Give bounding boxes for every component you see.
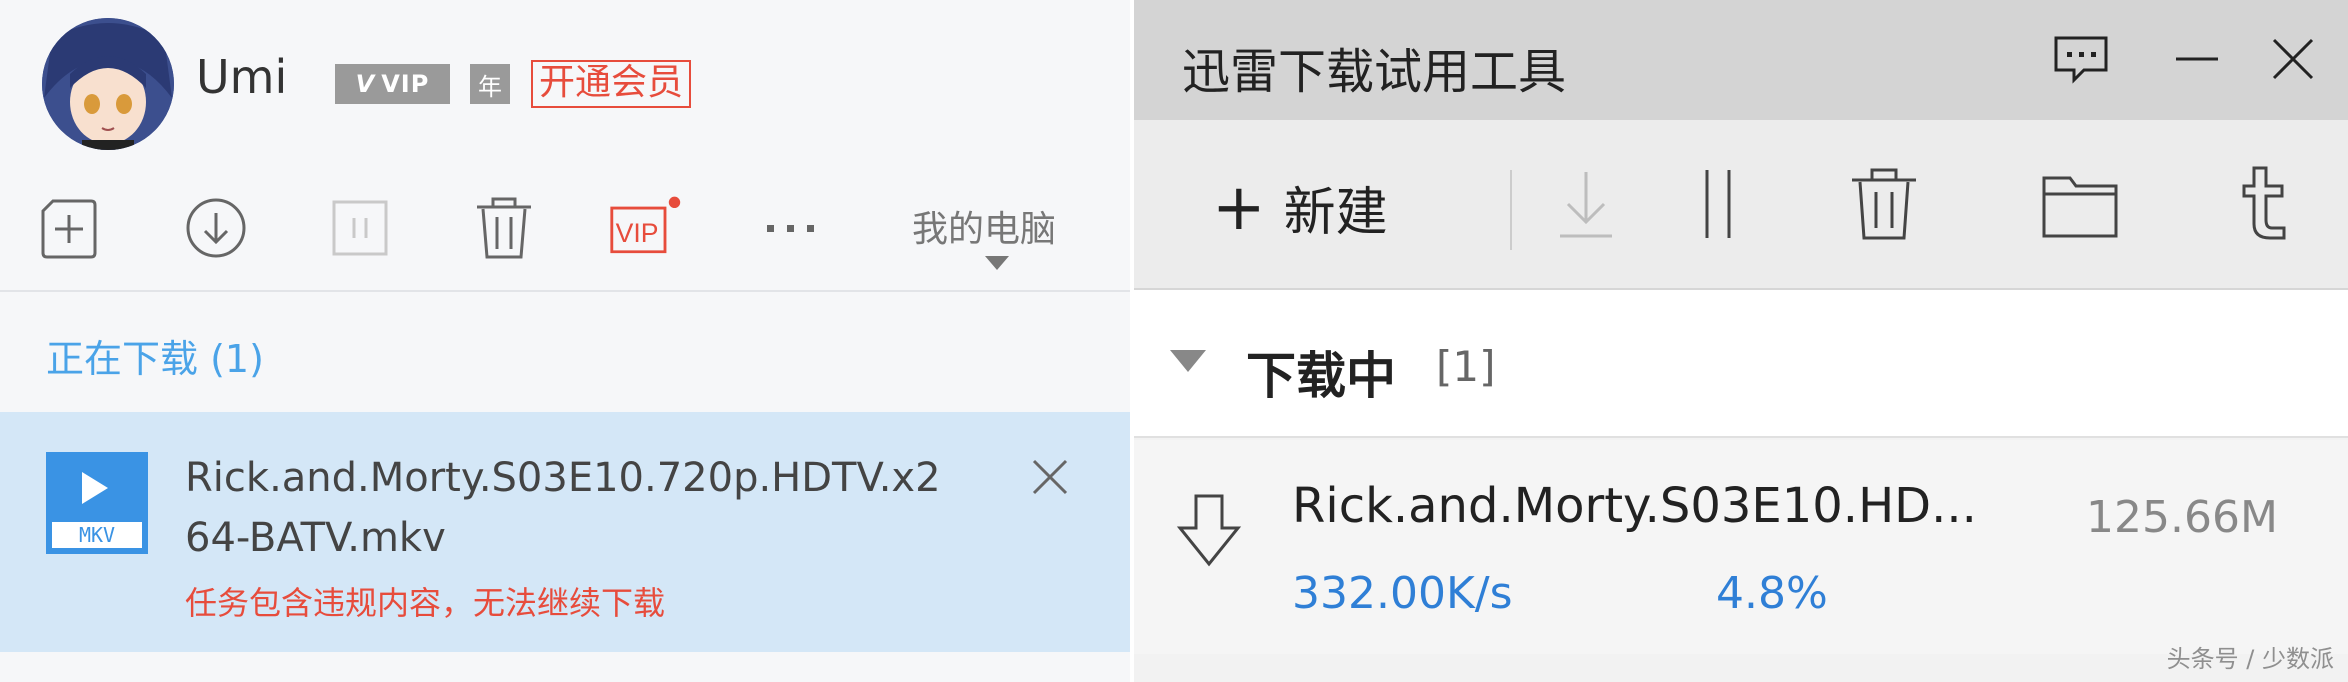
trash-icon bbox=[477, 197, 531, 259]
more-button[interactable] bbox=[752, 190, 828, 266]
add-task-icon bbox=[41, 199, 97, 259]
downloading-section-title[interactable]: 正在下载 (1) bbox=[46, 328, 264, 383]
task-file-name: Rick.and.Morty.S03E10.720p.HDTV.x264-BAT… bbox=[185, 455, 941, 561]
vip-icon: VIP bbox=[610, 196, 681, 254]
download-icon bbox=[186, 198, 246, 258]
minimize-button[interactable] bbox=[2164, 26, 2230, 92]
trial-tool-window: 迅雷下载试用工具 + 新建 下载中 [1] Rick.and.Morty.S03… bbox=[1134, 0, 2348, 682]
toolbar-divider bbox=[0, 290, 1130, 292]
close-icon bbox=[1032, 459, 1068, 495]
feedback-button[interactable] bbox=[2048, 26, 2114, 92]
tumblr-icon bbox=[2242, 166, 2286, 240]
year-badge: 年 bbox=[470, 64, 510, 104]
task-error-text: 任务包含违规内容，无法继续下载 bbox=[185, 584, 666, 622]
minimize-icon bbox=[2176, 57, 2218, 61]
download-file-name: Rick.and.Morty.S03E10.HD... bbox=[1292, 478, 1977, 534]
close-icon bbox=[2272, 38, 2314, 80]
mkv-file-icon: MKV bbox=[46, 452, 148, 554]
new-task-button[interactable]: + 新建 bbox=[1212, 170, 1388, 245]
tumblr-share-button[interactable] bbox=[2220, 162, 2304, 246]
vip-icon-label: VIP bbox=[616, 218, 659, 248]
caret-down-icon[interactable] bbox=[1170, 350, 1206, 372]
trash-icon bbox=[1852, 168, 1916, 240]
download-size: 125.66M bbox=[2086, 492, 2278, 543]
download-percent: 4.8% bbox=[1716, 568, 1828, 619]
thunder-main-window: Umi V VIP 年 开通会员 VIP 我的电脑 正在下载 (1) MKV R… bbox=[0, 0, 1130, 682]
user-name[interactable]: Umi bbox=[196, 50, 287, 104]
group-count: [1] bbox=[1436, 342, 1496, 391]
pause-download-button[interactable] bbox=[1676, 162, 1760, 246]
download-button[interactable] bbox=[178, 190, 254, 266]
group-name: 下载中 bbox=[1246, 347, 1396, 405]
toolbar: + 新建 bbox=[1134, 120, 2348, 290]
start-download-button[interactable] bbox=[1544, 162, 1628, 246]
pause-button[interactable] bbox=[322, 190, 398, 266]
vip-button[interactable]: VIP bbox=[608, 190, 684, 266]
downloading-arrow-icon bbox=[1174, 490, 1244, 570]
open-member-button[interactable]: 开通会员 bbox=[531, 60, 692, 108]
more-icon bbox=[767, 225, 814, 232]
open-folder-button[interactable] bbox=[2038, 162, 2122, 246]
pause-icon bbox=[332, 200, 388, 256]
download-item-row[interactable]: Rick.and.Morty.S03E10.HD... 125.66M 332.… bbox=[1134, 440, 2348, 654]
delete-button[interactable] bbox=[466, 190, 542, 266]
notification-dot bbox=[668, 196, 681, 209]
my-computer-dropdown[interactable]: 我的电脑 bbox=[912, 200, 1056, 252]
vip-badge: V VIP bbox=[335, 64, 450, 104]
download-icon bbox=[1560, 172, 1612, 238]
pause-icon bbox=[1705, 170, 1731, 238]
downloading-group-header[interactable]: 下载中 [1] bbox=[1134, 290, 2348, 438]
vip-badge-label: VIP bbox=[381, 70, 430, 98]
download-speed: 332.00K/s bbox=[1292, 568, 1513, 619]
watermark: 头条号 / 少数派 bbox=[2166, 645, 2334, 673]
caret-down-icon[interactable] bbox=[985, 256, 1009, 270]
add-task-button[interactable] bbox=[32, 190, 108, 266]
remove-task-button[interactable] bbox=[1028, 455, 1072, 499]
close-window-button[interactable] bbox=[2260, 26, 2326, 92]
delete-download-button[interactable] bbox=[1842, 162, 1926, 246]
play-icon bbox=[82, 472, 108, 504]
feedback-icon bbox=[2054, 36, 2108, 84]
avatar-image bbox=[42, 18, 174, 150]
folder-icon bbox=[2042, 176, 2118, 238]
new-task-label: 新建 bbox=[1283, 183, 1388, 243]
user-avatar[interactable] bbox=[42, 18, 174, 150]
plus-icon: + bbox=[1212, 170, 1266, 245]
window-title: 迅雷下载试用工具 bbox=[1182, 44, 1567, 100]
file-ext-label: MKV bbox=[52, 522, 142, 548]
vip-v-mark: V bbox=[355, 70, 376, 98]
toolbar-separator bbox=[1510, 170, 1512, 250]
